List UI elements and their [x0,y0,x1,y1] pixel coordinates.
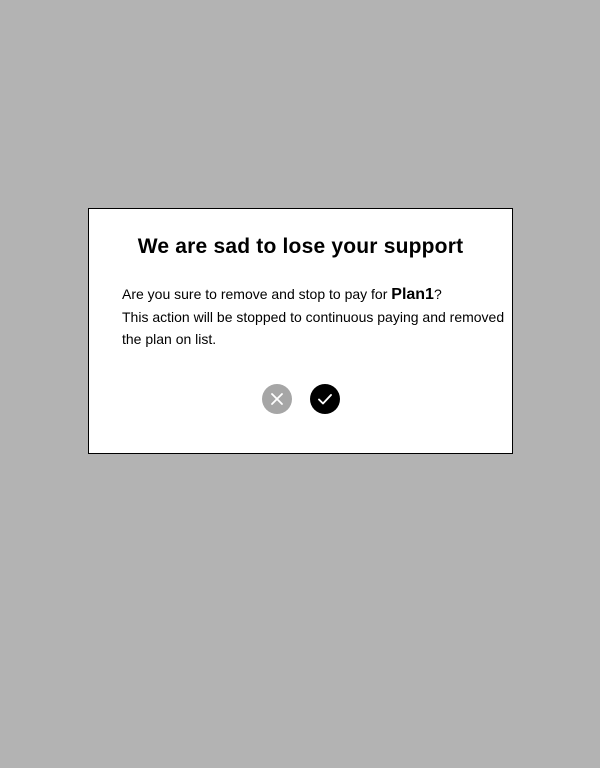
cancel-button[interactable] [262,384,292,414]
dialog-actions [89,384,512,416]
dialog-message: Are you sure to remove and stop to pay f… [122,283,507,350]
check-icon [318,394,332,405]
dialog-message-suffix: ? [433,286,442,302]
confirm-button[interactable] [310,384,340,414]
confirm-unsubscribe-dialog: We are sad to lose your support Are you … [88,208,513,454]
plan-name: Plan1 [391,286,434,303]
dialog-message-detail: This action will be stopped to continuou… [122,309,505,347]
close-icon [271,393,283,405]
dialog-message-prefix: Are you sure to remove and stop to pay f… [122,286,392,302]
dialog-title: We are sad to lose your support [137,235,464,258]
